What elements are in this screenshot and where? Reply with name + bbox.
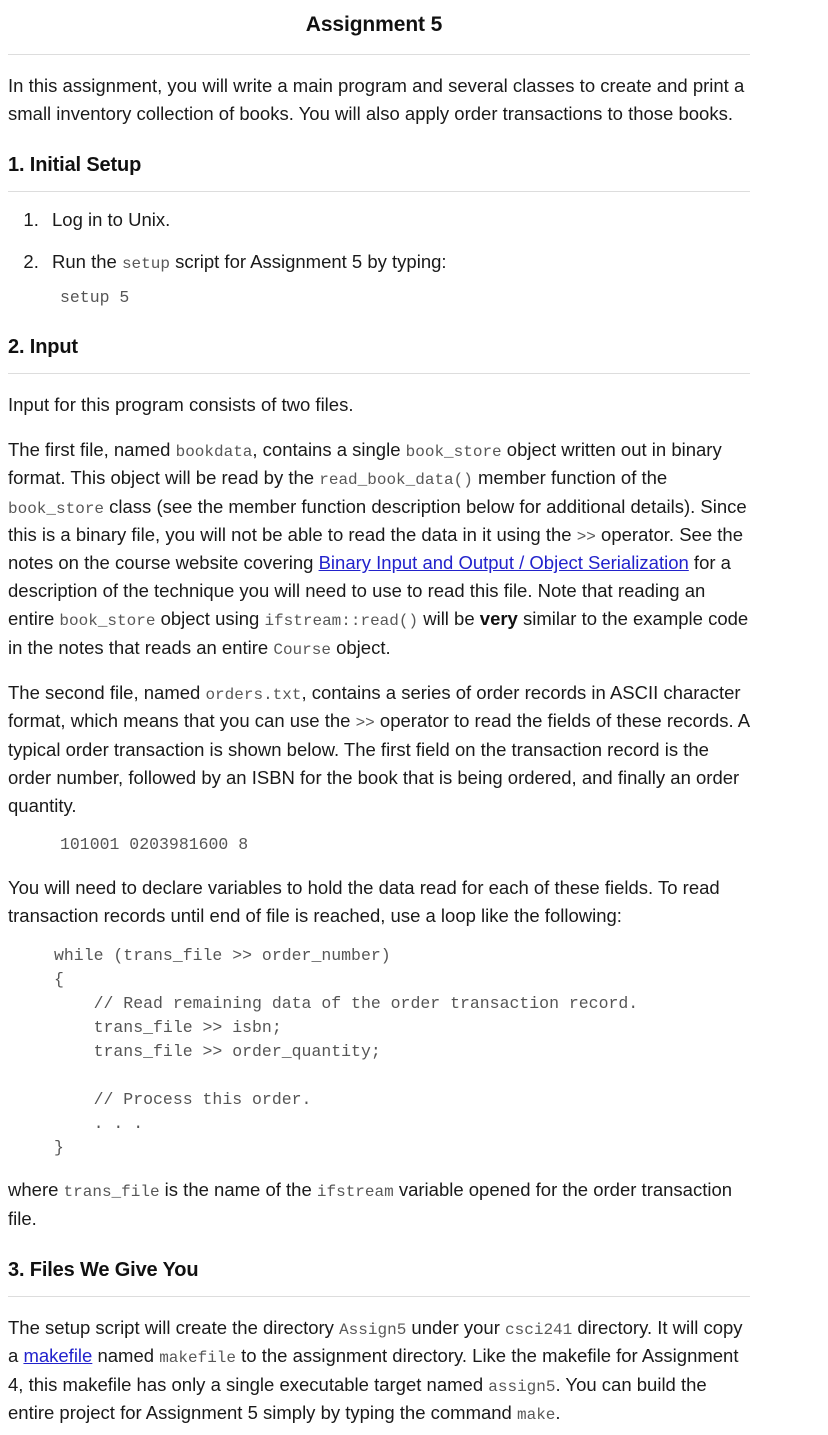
trans-file-explanation-paragraph: where trans_file is the name of the ifst… <box>8 1176 750 1232</box>
step-text: Log in to Unix. <box>52 209 171 231</box>
inline-code-course: Course <box>273 640 331 659</box>
inline-code-make: make <box>517 1405 556 1424</box>
inline-code-orders-txt: orders.txt <box>205 686 302 705</box>
inline-code-book-store-2: book_store <box>8 499 105 518</box>
section-divider-1 <box>8 191 750 193</box>
document-page: Assignment 5 In this assignment, you wil… <box>0 13 828 1435</box>
section-heading-initial-setup: 1. Initial Setup <box>8 154 142 177</box>
inline-code-book-store-3: book_store <box>59 612 156 631</box>
inline-code-book-store: book_store <box>405 443 502 461</box>
link-binary-input-output-object-serialization[interactable]: Binary Input and Output / Object Seriali… <box>319 552 689 573</box>
list-item: Log in to Unix. <box>44 206 750 234</box>
page-title: Assignment 5 <box>305 13 443 36</box>
initial-setup-step-list: Log in to Unix. Run the setup script for… <box>8 206 750 276</box>
inline-code-stream-operator: >> <box>576 527 596 546</box>
files-we-give-you-paragraph: The setup script will create the directo… <box>8 1314 750 1427</box>
text-fragment: . <box>555 1401 561 1423</box>
text-fragment: object using <box>155 608 265 630</box>
section-heading-input: 2. Input <box>8 335 78 358</box>
text-fragment: is the name of the <box>159 1179 317 1201</box>
declare-variables-paragraph: You will need to declare variables to ho… <box>8 876 720 927</box>
section-heading-files-we-give-you: 3. Files We Give You <box>8 1258 199 1281</box>
text-fragment: object. <box>330 636 391 658</box>
inline-code-setup: setup <box>121 254 170 273</box>
emphasis-very: very <box>479 608 518 630</box>
input-intro-paragraph: Input for this program consists of two f… <box>8 393 354 415</box>
intro-paragraph: In this assignment, you will write a mai… <box>8 75 745 125</box>
code-block-read-loop: while (trans_file >> order_number) { // … <box>54 946 639 1157</box>
text-fragment: will be <box>418 608 480 630</box>
text-fragment: The setup script will create the directo… <box>8 1316 340 1338</box>
inline-code-bookdata: bookdata <box>175 443 253 461</box>
text-fragment: named <box>92 1345 160 1367</box>
step-text-after: script for Assignment 5 by typing: <box>169 250 447 272</box>
inline-code-trans-file: trans_file <box>63 1183 160 1202</box>
inline-code-csci241: csci241 <box>505 1320 573 1339</box>
text-fragment: member function of the <box>472 467 668 489</box>
title-divider <box>8 54 750 55</box>
code-block-setup-command: setup 5 <box>60 287 130 307</box>
text-fragment: , contains a single <box>252 439 406 460</box>
code-block-sample-order-record: 101001 0203981600 8 <box>60 835 249 855</box>
inline-code-stream-operator-2: >> <box>355 714 375 733</box>
inline-code-ifstream: ifstream <box>316 1183 394 1202</box>
step-text-before: Run the <box>52 250 122 272</box>
inline-code-read-book-data: read_book_data() <box>319 471 473 490</box>
section-divider-3 <box>8 1295 750 1297</box>
text-fragment: The first file, named <box>8 439 176 460</box>
section-divider-2 <box>8 372 750 374</box>
inline-code-assign5-dir: Assign5 <box>339 1320 407 1339</box>
inline-code-assign5-target: assign5 <box>488 1377 556 1396</box>
text-fragment: The second file, named <box>8 682 206 704</box>
page-bottom-spacer <box>8 1427 750 1435</box>
first-file-paragraph: The first file, named bookdata, contains… <box>8 436 750 662</box>
list-item: Run the setup script for Assignment 5 by… <box>44 248 750 276</box>
text-fragment: where <box>8 1179 64 1201</box>
link-makefile[interactable]: makefile <box>23 1345 92 1366</box>
inline-code-makefile: makefile <box>159 1349 236 1368</box>
second-file-paragraph: The second file, named orders.txt, conta… <box>8 679 750 820</box>
inline-code-ifstream-read: ifstream::read() <box>264 612 419 631</box>
text-fragment: under your <box>406 1316 506 1338</box>
